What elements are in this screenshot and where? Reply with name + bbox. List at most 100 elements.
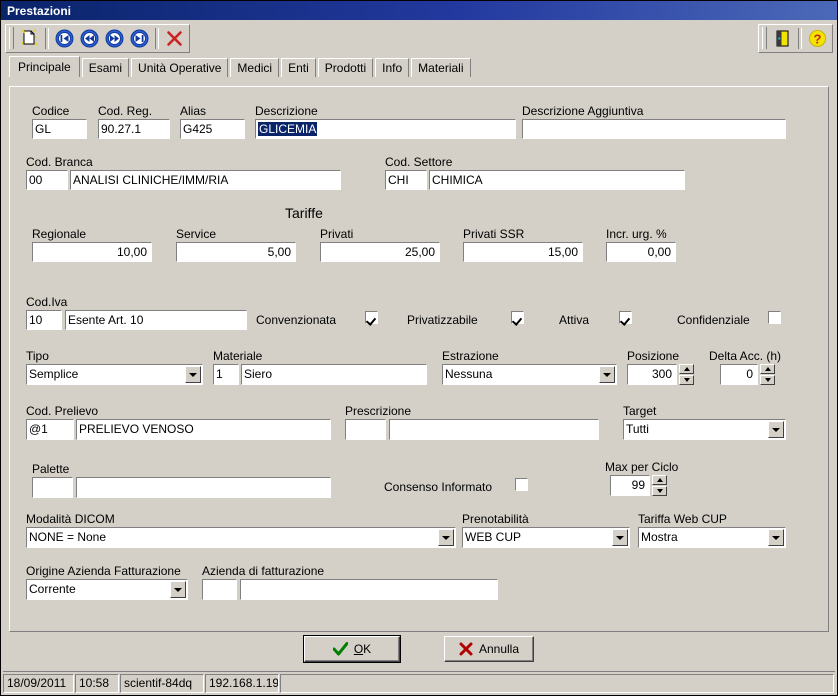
cod-reg-input[interactable]: 90.27.1	[97, 118, 171, 140]
tab-medici[interactable]: Medici	[230, 58, 280, 77]
delete-record-button[interactable]	[162, 26, 187, 51]
delta-acc-stepper-up[interactable]	[760, 364, 775, 374]
cod-branca-code-input[interactable]: 00	[25, 169, 69, 191]
posizione-stepper-down[interactable]	[679, 375, 694, 385]
cod-prelievo-code-input[interactable]: @1	[25, 418, 75, 441]
tab-unita-operative[interactable]: Unità Operative	[131, 58, 229, 77]
help-button[interactable]: ?	[805, 26, 830, 51]
max-per-ciclo-stepper-down[interactable]	[652, 486, 667, 496]
service-input[interactable]: 5,00	[175, 241, 297, 263]
first-record-button[interactable]	[52, 26, 77, 51]
next-record-button[interactable]	[102, 26, 127, 51]
label-estrazione: Estrazione	[442, 349, 499, 363]
modalita-dicom-combo[interactable]: NONE = None	[25, 526, 457, 549]
label-alias: Alias	[180, 104, 207, 118]
prenotabilita-chevron-down-icon[interactable]	[612, 529, 628, 546]
tariffa-web-cup-chevron-down-icon[interactable]	[768, 529, 784, 546]
target-chevron-down-icon[interactable]	[768, 421, 784, 438]
posizione-stepper[interactable]	[679, 364, 694, 385]
regionale-input[interactable]: 10,00	[31, 241, 153, 263]
cancel-button[interactable]: Annulla	[444, 636, 534, 662]
previous-record-icon	[80, 29, 99, 47]
tab-principale[interactable]: Principale	[9, 56, 80, 77]
tipo-combo[interactable]: Semplice	[25, 363, 204, 386]
checkbox-confidenziale[interactable]	[767, 310, 782, 325]
max-per-ciclo-input[interactable]: 99	[609, 474, 651, 497]
max-per-ciclo-stepper-up[interactable]	[652, 475, 667, 485]
cod-iva-desc-input[interactable]: Esente Art. 10	[64, 309, 248, 331]
toolbar-grip-right[interactable]	[762, 27, 767, 49]
exit-button[interactable]	[770, 26, 795, 51]
privati-ssr-input[interactable]: 15,00	[462, 241, 584, 263]
dialog-button-bar: OK Annulla	[1, 631, 837, 667]
prenotabilita-combo[interactable]: WEB CUP	[461, 526, 631, 549]
label-attiva: Attiva	[559, 313, 590, 327]
tab-strip: Principale Esami Unità Operative Medici …	[1, 56, 837, 77]
first-record-icon	[55, 29, 74, 47]
descrizione-aggiuntiva-input[interactable]	[521, 118, 787, 140]
label-privati: Privati	[320, 227, 354, 241]
palette-code-input[interactable]	[31, 476, 74, 499]
label-modalita-dicom: Modalità DICOM	[26, 512, 115, 526]
tab-prodotti[interactable]: Prodotti	[317, 58, 374, 77]
label-convenzionata: Convenzionata	[256, 313, 337, 327]
checkbox-consenso-informato[interactable]	[514, 477, 529, 492]
ok-button[interactable]: OK	[303, 635, 401, 663]
label-cod-iva: Cod.Iva	[26, 295, 68, 309]
tab-materiali[interactable]: Materiali	[411, 58, 471, 77]
label-confidenziale: Confidenziale	[677, 313, 750, 327]
label-cod-prelievo: Cod. Prelievo	[26, 404, 99, 418]
checkbox-convenzionata[interactable]	[364, 310, 379, 325]
incr-urg-input[interactable]: 0,00	[605, 241, 677, 263]
label-descrizione-aggiuntiva: Descrizione Aggiuntiva	[522, 104, 644, 118]
descrizione-selected-text: GLICEMIA	[258, 122, 318, 136]
descrizione-input[interactable]: GLICEMIA	[254, 118, 517, 140]
prestazioni-window: Prestazioni ? Principale Esami Unità Ope…	[0, 0, 838, 696]
last-record-button[interactable]	[127, 26, 152, 51]
alias-input[interactable]: G425	[179, 118, 246, 140]
palette-desc-input[interactable]	[75, 476, 332, 499]
checkbox-attiva[interactable]	[618, 310, 633, 325]
azienda-fatturazione-desc-input[interactable]	[239, 578, 499, 601]
estrazione-chevron-down-icon[interactable]	[599, 366, 615, 383]
checkbox-privatizzabile[interactable]	[510, 310, 525, 325]
materiale-desc-input[interactable]: Siero	[240, 363, 428, 386]
previous-record-button[interactable]	[77, 26, 102, 51]
prenotabilita-value: WEB CUP	[465, 530, 522, 544]
tipo-chevron-down-icon[interactable]	[185, 366, 201, 383]
prescrizione-code-input[interactable]	[344, 418, 387, 441]
cod-settore-code-input[interactable]: CHI	[384, 169, 428, 191]
last-record-icon	[130, 29, 149, 47]
codice-input[interactable]: GL	[31, 118, 88, 140]
max-per-ciclo-stepper[interactable]	[652, 475, 667, 496]
target-combo[interactable]: Tutti	[622, 418, 787, 441]
origine-azienda-chevron-down-icon[interactable]	[170, 581, 186, 598]
tariffa-web-cup-combo[interactable]: Mostra	[637, 526, 787, 549]
new-document-button[interactable]	[17, 26, 42, 51]
modalita-dicom-chevron-down-icon[interactable]	[438, 529, 454, 546]
materiale-code-input[interactable]: 1	[212, 363, 240, 386]
cod-branca-desc-input[interactable]: ANALISI CLINICHE/IMM/RIA	[69, 169, 342, 191]
tab-enti[interactable]: Enti	[281, 58, 316, 77]
tab-esami[interactable]: Esami	[81, 58, 130, 77]
delta-acc-stepper-down[interactable]	[760, 375, 775, 385]
window-title: Prestazioni	[7, 3, 72, 18]
principale-panel: Codice GL Cod. Reg. 90.27.1 Alias G425 D…	[9, 86, 829, 632]
cod-prelievo-desc-input[interactable]: PRELIEVO VENOSO	[75, 418, 332, 441]
prescrizione-desc-input[interactable]	[388, 418, 600, 441]
posizione-input[interactable]: 300	[626, 363, 678, 386]
label-prescrizione: Prescrizione	[345, 404, 412, 418]
label-descrizione: Descrizione	[255, 104, 318, 118]
label-posizione: Posizione	[627, 349, 680, 363]
origine-azienda-combo[interactable]: Corrente	[25, 578, 189, 601]
estrazione-combo[interactable]: Nessuna	[441, 363, 618, 386]
tab-info[interactable]: Info	[375, 58, 410, 77]
azienda-fatturazione-code-input[interactable]	[201, 578, 238, 601]
toolbar-grip[interactable]	[9, 27, 14, 49]
cod-settore-desc-input[interactable]: CHIMICA	[428, 169, 686, 191]
posizione-stepper-up[interactable]	[679, 364, 694, 374]
delta-acc-stepper[interactable]	[760, 364, 775, 385]
privati-input[interactable]: 25,00	[319, 241, 441, 263]
cod-iva-code-input[interactable]: 10	[25, 309, 63, 331]
delta-acc-input[interactable]: 0	[719, 363, 759, 386]
